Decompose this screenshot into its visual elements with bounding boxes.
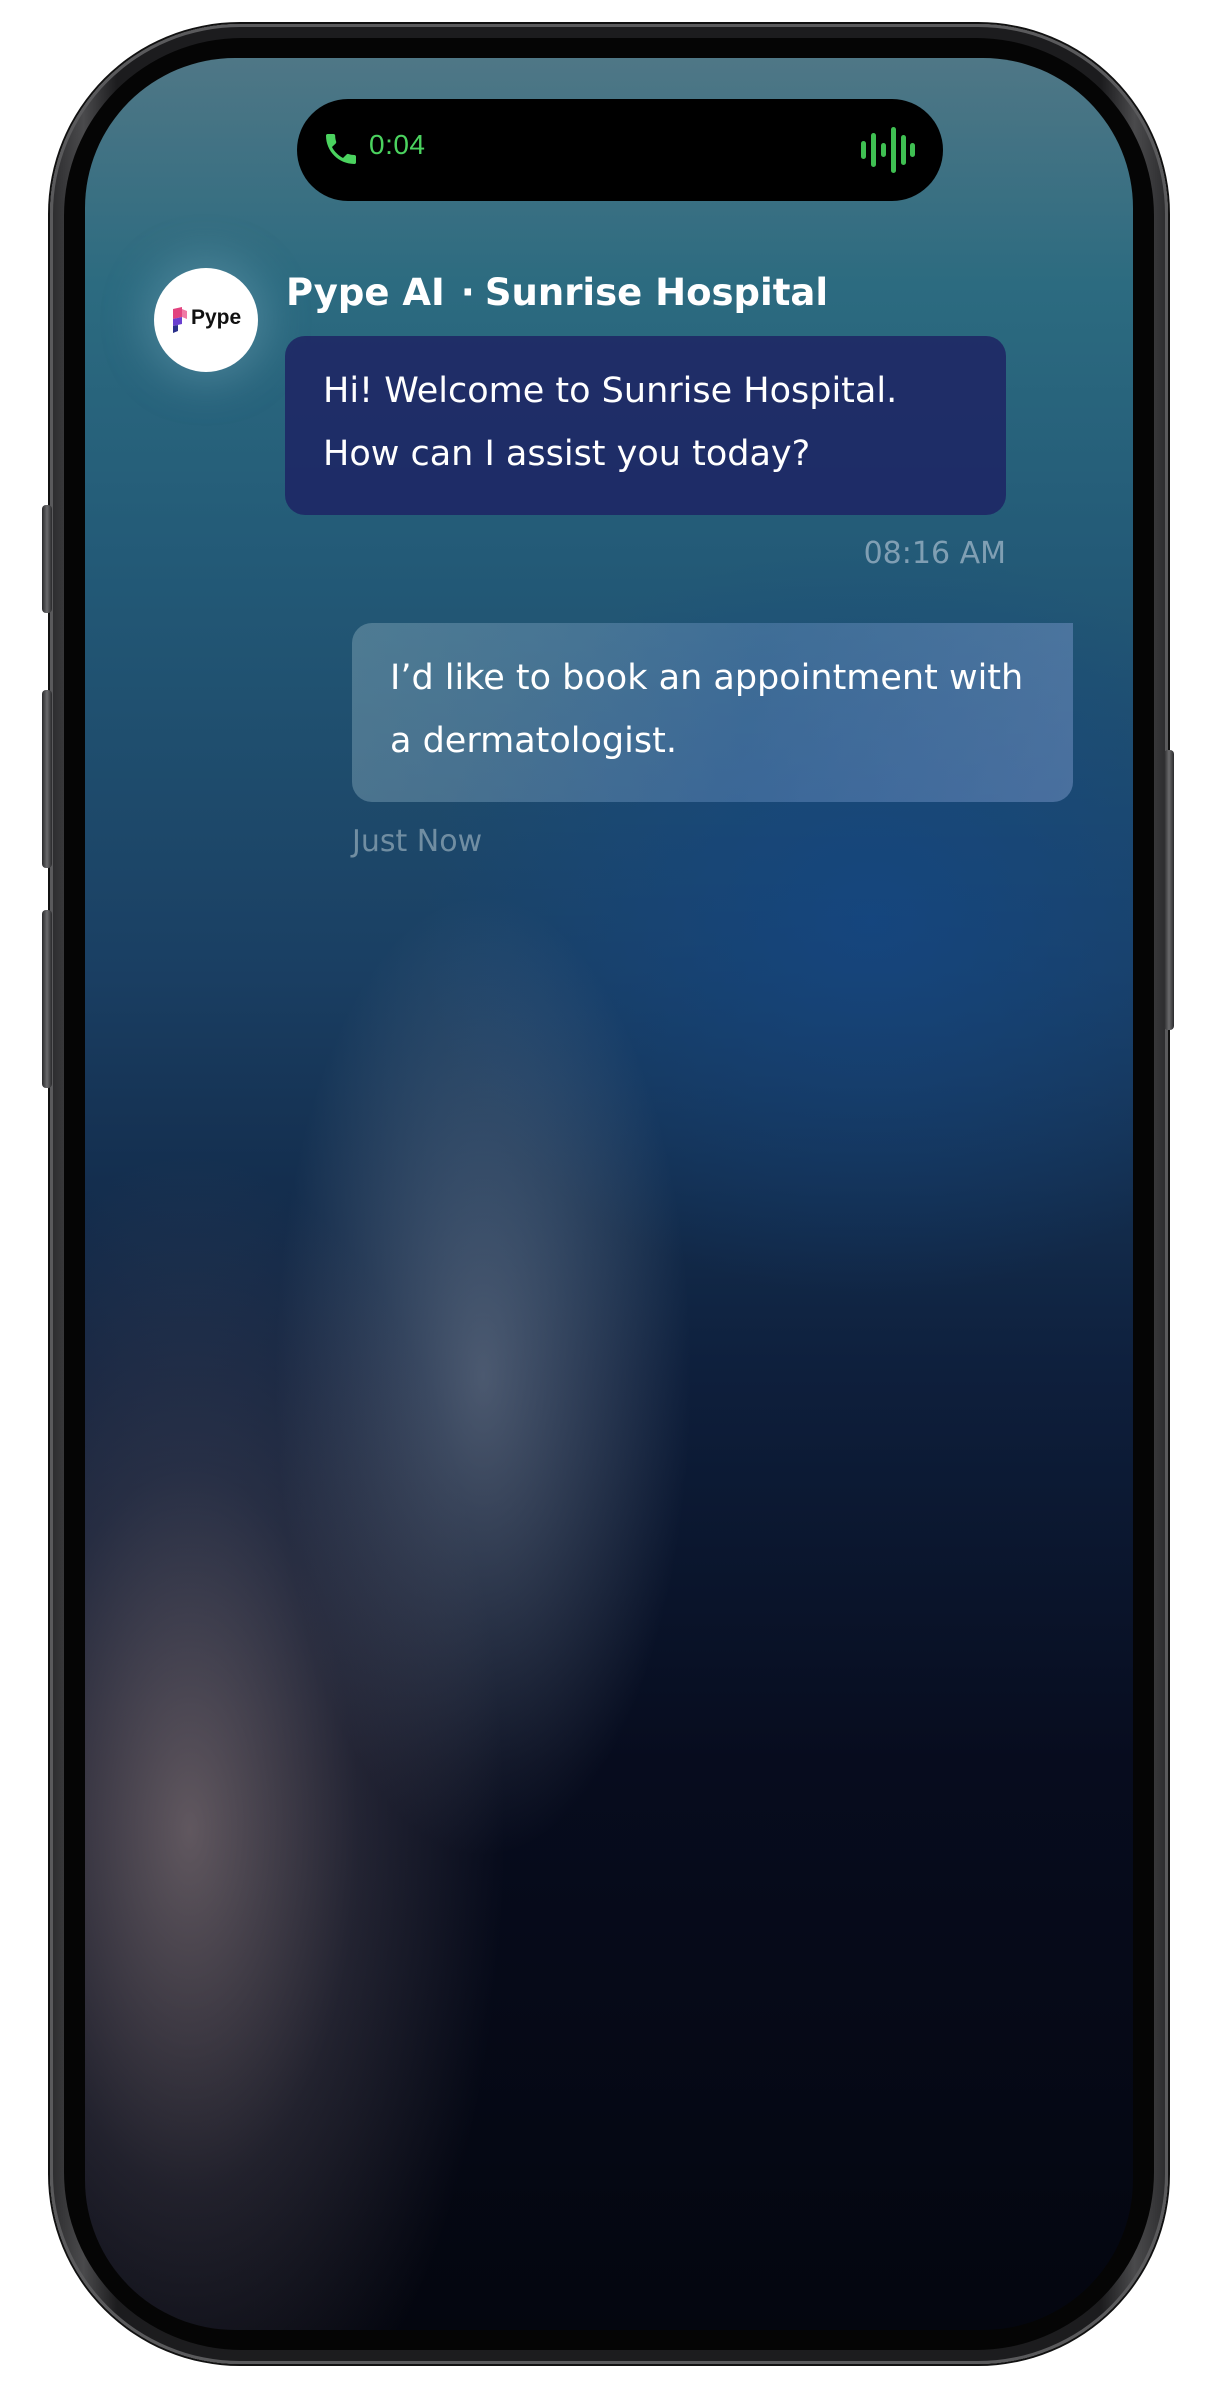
volume-up-button — [42, 690, 52, 868]
message-line: How can I assist you today? — [323, 434, 811, 474]
waveform-icon — [861, 127, 915, 173]
organization-name: Sunrise Hospital — [484, 271, 829, 314]
power-button — [1164, 750, 1174, 1030]
sender-separator: · — [460, 271, 475, 314]
volume-down-button — [42, 910, 52, 1088]
user-message-bubble: I’d like to book an appointment with a d… — [352, 623, 1073, 802]
agent-message-bubble: Hi! Welcome to Sunrise Hospital. How can… — [285, 336, 1006, 515]
action-button — [42, 505, 52, 613]
phone-screen: 0:04 Pype Pype AI · Sunrise Hospital Hi! W… — [85, 58, 1133, 2330]
message-line: Hi! Welcome to Sunrise Hospital. — [323, 371, 898, 411]
agent-name: Pype AI — [286, 271, 445, 314]
message-line: a dermatologist. — [390, 721, 677, 761]
dynamic-island-call[interactable]: 0:04 — [297, 99, 943, 201]
message-line: I’d like to book an appointment with — [390, 658, 1024, 698]
sender-header: Pype AI · Sunrise Hospital — [286, 271, 828, 314]
user-message-timestamp: Just Now — [352, 824, 483, 859]
agent-avatar[interactable]: Pype — [154, 268, 258, 372]
avatar-logo-text: Pype — [191, 306, 242, 329]
phone-icon — [326, 134, 356, 164]
agent-message-timestamp: 08:16 AM — [863, 536, 1006, 571]
pype-logo-icon — [173, 307, 187, 333]
call-duration: 0:04 — [369, 129, 426, 160]
